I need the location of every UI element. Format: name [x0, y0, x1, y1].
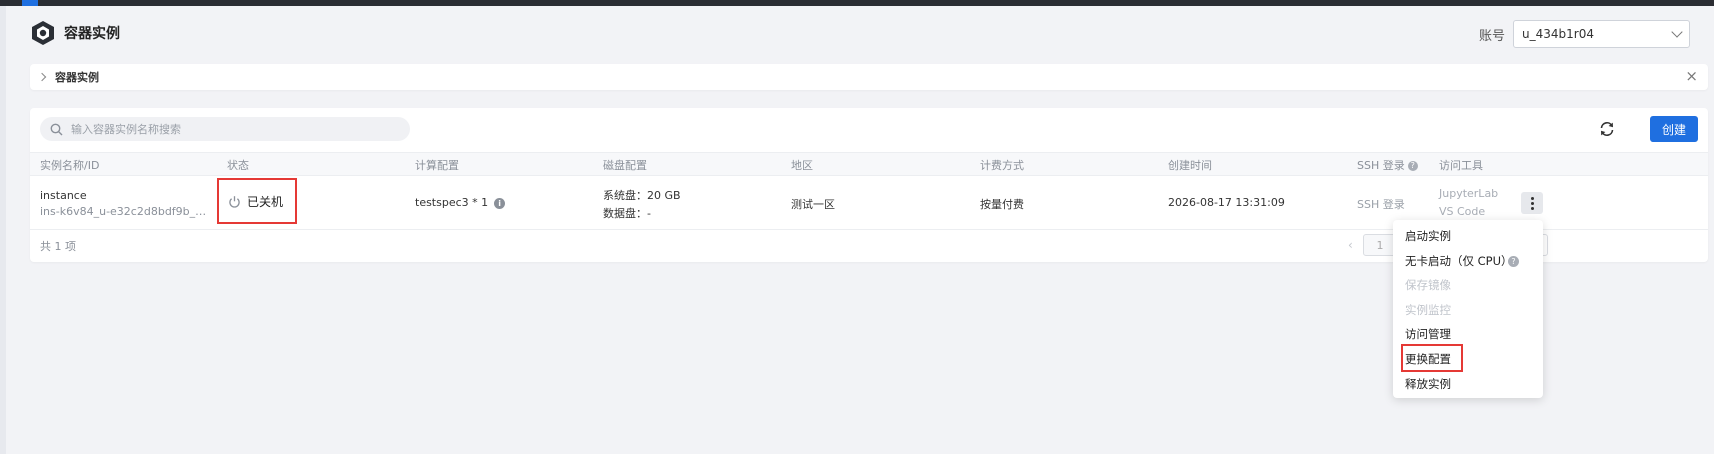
- refresh-icon[interactable]: [1598, 120, 1616, 138]
- status-text: 已关机: [247, 194, 284, 209]
- search-input[interactable]: [69, 121, 393, 137]
- compute-cell: testspec3 * 1 i: [415, 196, 506, 209]
- account-value: u_434b1r04: [1522, 27, 1594, 41]
- search-box: [40, 117, 410, 141]
- col-compute: 计算配置: [415, 159, 459, 172]
- power-icon: [229, 195, 240, 208]
- info-icon[interactable]: i: [494, 198, 506, 209]
- billing-cell: 按量付费: [980, 198, 1024, 211]
- jupyterlab-link[interactable]: JupyterLab: [1439, 187, 1498, 200]
- disk-data: 数据盘：-: [603, 207, 651, 220]
- ssh-login-link[interactable]: SSH 登录: [1357, 196, 1405, 212]
- more-actions-button[interactable]: [1521, 192, 1543, 214]
- menu-item-monitor: 实例监控: [1405, 302, 1451, 317]
- col-billing: 计费方式: [980, 159, 1024, 172]
- more-dot: [1530, 196, 1534, 200]
- create-button[interactable]: 创建: [1650, 116, 1698, 142]
- region-cell: 测试一区: [791, 198, 835, 211]
- menu-item-save-image: 保存镜像: [1405, 278, 1451, 293]
- prev-page-button[interactable]: ‹: [1348, 238, 1353, 252]
- disk-system: 系统盘：20 GB: [603, 189, 681, 202]
- col-disk: 磁盘配置: [603, 159, 647, 172]
- chevron-right-icon[interactable]: [37, 72, 47, 82]
- page-title: 容器实例: [64, 26, 120, 42]
- page-header: 容器实例: [30, 18, 120, 48]
- compute-text: testspec3 * 1: [415, 196, 489, 209]
- close-icon[interactable]: ×: [1685, 68, 1698, 84]
- col-ssh-label: SSH 登录: [1357, 159, 1405, 172]
- status-cell: 已关机: [217, 178, 297, 224]
- breadcrumb-label: 容器实例: [55, 71, 99, 84]
- col-name: 实例名称/ID: [40, 159, 100, 172]
- more-dot: [1530, 201, 1534, 205]
- col-region: 地区: [791, 159, 813, 172]
- more-dot: [1530, 206, 1534, 210]
- chevron-down-icon: [1671, 26, 1683, 38]
- container-logo-icon: [32, 21, 54, 45]
- col-status: 状态: [227, 159, 249, 172]
- created-cell: 2026-08-17 13:31:09: [1168, 196, 1285, 209]
- col-tools: 访问工具: [1439, 159, 1483, 172]
- menu-item-cpu-start[interactable]: 无卡启动（仅 CPU）?: [1393, 249, 1543, 274]
- col-ssh: SSH 登录?: [1357, 157, 1418, 173]
- sidebar-strip: [0, 6, 6, 454]
- account-select[interactable]: u_434b1r04: [1513, 20, 1690, 48]
- top-bar-accent: [22, 0, 38, 6]
- vscode-link[interactable]: VS Code: [1439, 205, 1485, 218]
- table-header: 实例名称/ID 状态 计算配置 磁盘配置 地区 计费方式 创建时间 SSH 登录…: [30, 152, 1708, 176]
- top-bar: [0, 0, 1714, 6]
- col-created: 创建时间: [1168, 159, 1212, 172]
- help-icon[interactable]: ?: [1508, 255, 1519, 267]
- help-icon[interactable]: ?: [1407, 161, 1418, 171]
- account-switcher: 账号 u_434b1r04: [1479, 20, 1690, 48]
- page-number[interactable]: 1: [1363, 234, 1397, 256]
- instance-id: ins-k6v84_u-e32c2d8bdf9b_bzte...: [40, 205, 212, 218]
- menu-item-release[interactable]: 释放实例: [1393, 372, 1543, 397]
- highlight-box: [1401, 344, 1463, 372]
- instance-name: instance: [40, 189, 87, 202]
- account-label: 账号: [1478, 28, 1505, 44]
- breadcrumb: 容器实例 ×: [30, 64, 1708, 90]
- total-count: 共 1 项: [40, 240, 76, 253]
- menu-item-label: 无卡启动（仅 CPU）: [1405, 253, 1513, 268]
- search-icon: [50, 123, 63, 135]
- menu-item-start[interactable]: 启动实例: [1393, 224, 1543, 249]
